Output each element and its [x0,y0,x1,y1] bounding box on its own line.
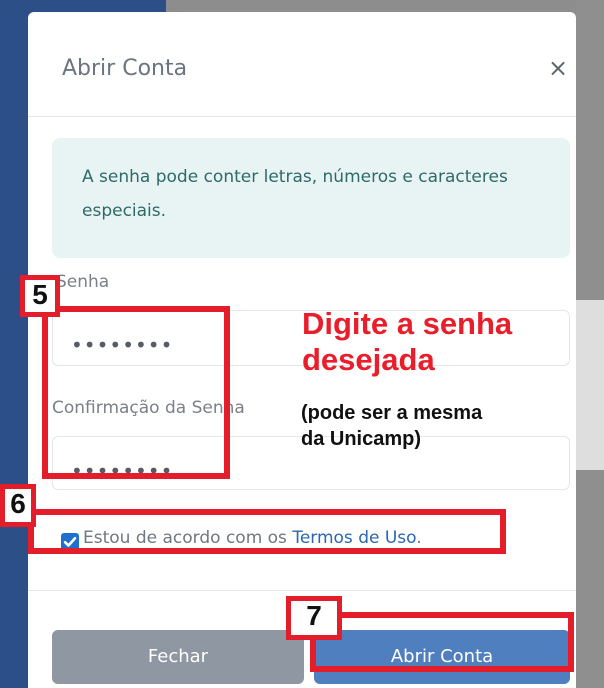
modal-header: Abrir Conta × [28,12,576,117]
close-button[interactable]: Fechar [52,630,304,684]
password-annotation-line1: Digite a senha [302,306,513,341]
password-annotation-line2: desejada [302,342,435,377]
modal-footer-divider [28,590,576,591]
step6-highlight-box [28,509,506,554]
backdrop-right-panel [576,300,604,470]
step5-highlight-box [42,306,230,479]
step6-badge: 6 [0,484,36,527]
backdrop-top-strip [0,0,166,12]
screenshot-stage: Abrir Conta × A senha pode conter letras… [0,0,604,688]
close-icon[interactable]: × [546,56,570,80]
password-annotation-sub-line2: da Unicamp) [301,428,422,450]
step5-badge: 5 [20,275,60,317]
password-annotation-sub: (pode ser a mesma da Unicamp) [301,400,482,452]
password-annotation-main: Digite a senha desejada [302,306,512,378]
password-label: Senha [56,272,110,292]
password-info-alert: A senha pode conter letras, números e ca… [52,138,570,258]
step7-badge: 7 [286,596,342,640]
step7-highlight-box [310,612,574,672]
modal-title: Abrir Conta [62,56,188,81]
password-annotation-sub-line1: (pode ser a mesma [301,402,483,424]
